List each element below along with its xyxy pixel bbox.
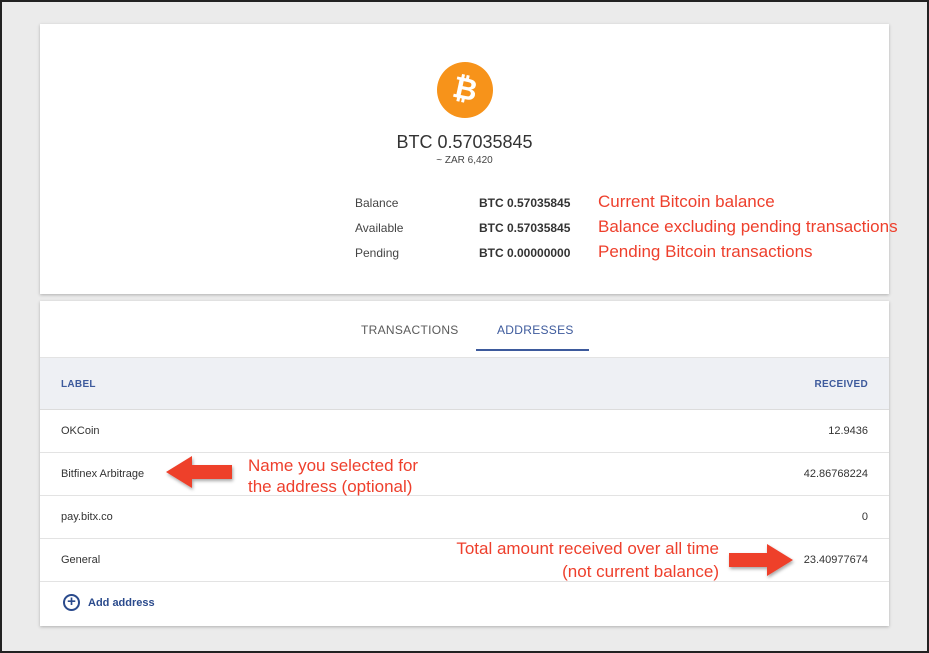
address-label: OKCoin — [61, 425, 100, 437]
address-received: 12.9436 — [828, 425, 868, 437]
address-label: pay.bitx.co — [61, 511, 113, 523]
balance-annotation: Current Bitcoin balance — [598, 192, 775, 211]
fiat-balance: ~ ZAR 6,420 — [436, 155, 493, 166]
received-annotation-line1: Total amount received over all time — [456, 539, 719, 558]
add-address-button[interactable]: + Add address — [63, 594, 155, 611]
active-tab-indicator — [476, 349, 589, 351]
table-row[interactable]: OKCoin 12.9436 — [40, 410, 889, 453]
tab-transactions[interactable]: TRANSACTIONS — [361, 323, 459, 337]
address-received: 0 — [861, 511, 868, 523]
balance-value: BTC 0.57035845 — [479, 196, 571, 210]
bitcoin-icon: ₿ — [431, 56, 499, 124]
tab-addresses[interactable]: ADDRESSES — [497, 323, 574, 337]
balance-card: ₿ BTC 0.57035845 ~ ZAR 6,420 Balance BTC… — [40, 24, 898, 294]
address-label: Bitfinex Arbitrage — [61, 468, 145, 480]
balance-label: Balance — [355, 196, 399, 210]
address-label: General — [61, 554, 101, 566]
table-row[interactable]: pay.bitx.co 0 — [40, 496, 889, 539]
address-received: 23.40977674 — [803, 554, 868, 566]
available-value: BTC 0.57035845 — [479, 221, 571, 235]
address-received: 42.86768224 — [803, 468, 868, 480]
column-header-label[interactable]: LABEL — [61, 379, 96, 390]
name-annotation-line2: the address (optional) — [248, 477, 413, 496]
main-balance: BTC 0.57035845 — [396, 132, 533, 152]
pending-annotation: Pending Bitcoin transactions — [598, 242, 813, 261]
received-annotation-line2: (not current balance) — [562, 562, 719, 581]
pending-value: BTC 0.00000000 — [479, 246, 571, 260]
table-header: LABEL RECEIVED — [40, 358, 889, 410]
name-annotation-line1: Name you selected for — [248, 456, 419, 475]
table-row[interactable]: Bitfinex Arbitrage 42.86768224 — [40, 453, 889, 496]
pending-label: Pending — [355, 246, 400, 260]
add-address-label: Add address — [88, 596, 155, 609]
plus-circle-icon: + — [63, 594, 80, 611]
column-header-received[interactable]: RECEIVED — [814, 379, 868, 390]
available-label: Available — [355, 221, 404, 235]
available-annotation: Balance excluding pending transactions — [598, 217, 898, 236]
